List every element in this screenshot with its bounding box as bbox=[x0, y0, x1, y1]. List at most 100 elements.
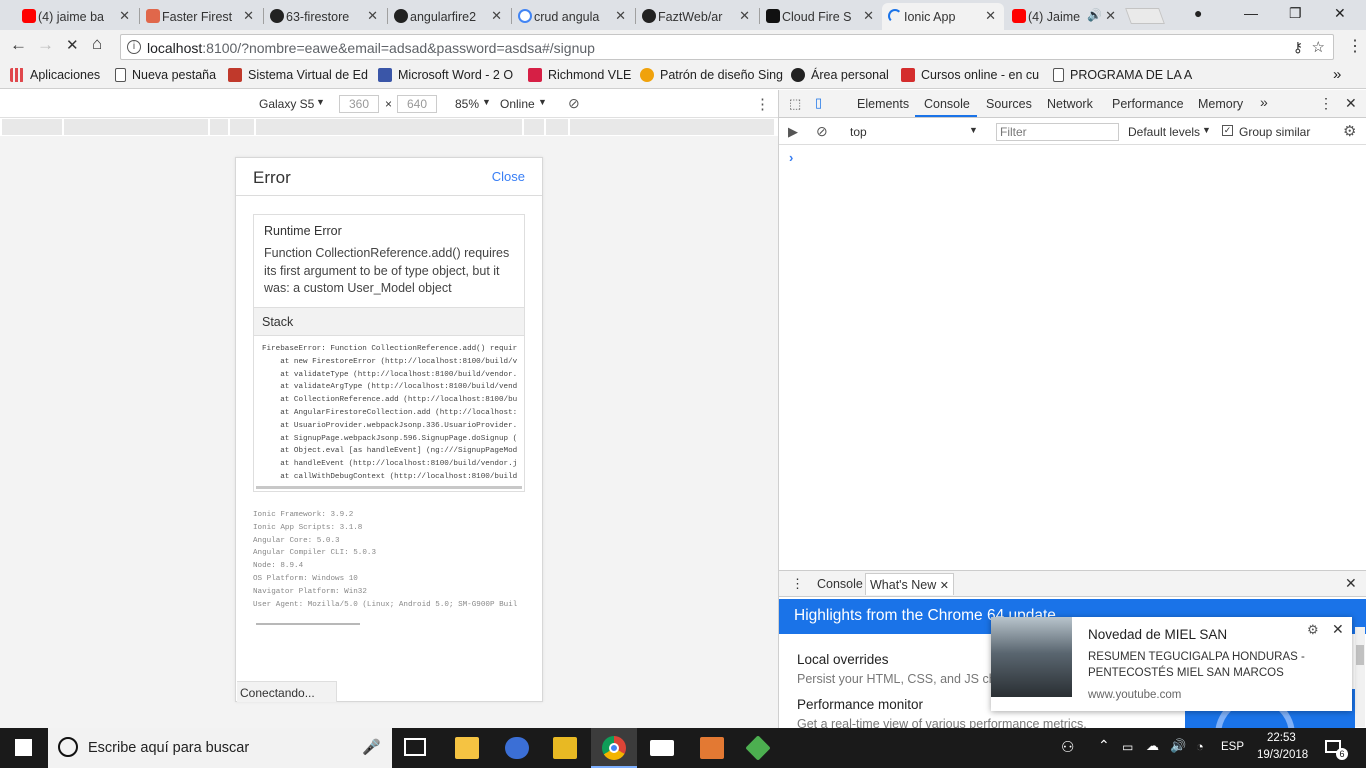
stack-scrollbar[interactable] bbox=[256, 486, 522, 489]
sidebar-toggle-icon[interactable]: ▶ bbox=[788, 124, 798, 140]
tab-5[interactable]: FaztWeb/ar ✕ bbox=[636, 3, 758, 30]
inspect-icon[interactable]: ⬚ bbox=[789, 96, 801, 112]
close-icon[interactable]: ✕ bbox=[863, 8, 874, 24]
stack-trace[interactable]: FirebaseError: Function CollectionRefere… bbox=[262, 343, 524, 483]
rotate-icon[interactable]: ⊘ bbox=[568, 95, 580, 112]
notification-settings-icon[interactable]: ⚙ bbox=[1307, 622, 1319, 638]
bookmark-programa[interactable]: PROGRAMA DE LA A bbox=[1053, 68, 1192, 82]
devtools-menu-icon[interactable]: ⋮ bbox=[1319, 95, 1333, 112]
home-icon[interactable]: ⌂ bbox=[92, 34, 102, 54]
media-query-ruler[interactable] bbox=[0, 119, 778, 135]
star-icon[interactable]: ☆ bbox=[1312, 38, 1325, 56]
stop-icon[interactable]: ✕ bbox=[66, 36, 79, 54]
key-icon[interactable]: ⚷ bbox=[1293, 39, 1303, 56]
visual-studio-icon[interactable] bbox=[700, 737, 724, 759]
bookmark-area-personal[interactable]: Área personal bbox=[791, 68, 889, 82]
levels-select[interactable]: Default levels bbox=[1128, 125, 1200, 139]
window-close-icon[interactable]: ✕ bbox=[1334, 5, 1346, 22]
device-mode-icon[interactable]: ▯ bbox=[815, 95, 822, 111]
notification-close-icon[interactable]: ✕ bbox=[1332, 621, 1344, 638]
tab-3[interactable]: angularfire2 ✕ bbox=[388, 3, 510, 30]
tab-sources[interactable]: Sources bbox=[986, 97, 1032, 111]
context-select[interactable]: top bbox=[850, 125, 867, 139]
windows-start-icon[interactable] bbox=[15, 739, 32, 756]
drawer-menu-icon[interactable]: ⋮ bbox=[791, 576, 804, 592]
close-icon[interactable]: ✕ bbox=[491, 8, 502, 24]
info-icon[interactable]: i bbox=[127, 40, 141, 54]
bookmark-patron[interactable]: Patrón de diseño Sing bbox=[640, 68, 783, 82]
minimize-icon[interactable]: — bbox=[1244, 5, 1258, 21]
close-icon[interactable]: ✕ bbox=[119, 8, 130, 24]
bookmark-sistema-virtual[interactable]: Sistema Virtual de Ed bbox=[228, 68, 368, 82]
tab-1[interactable]: Faster Firest ✕ bbox=[140, 3, 262, 30]
console-prompt[interactable]: › bbox=[789, 150, 793, 165]
language-indicator[interactable]: ESP bbox=[1221, 741, 1244, 753]
close-icon[interactable]: ✕ bbox=[367, 8, 378, 24]
zoom-select[interactable]: 85% bbox=[455, 97, 479, 111]
info-scrollbar[interactable] bbox=[256, 623, 360, 625]
tray-overflow-icon[interactable]: ⌃ bbox=[1098, 737, 1110, 754]
drawer-close-icon[interactable]: ✕ bbox=[1345, 575, 1357, 592]
tab-7-active[interactable]: Ionic App ✕ bbox=[882, 3, 1004, 30]
close-button[interactable]: Close bbox=[492, 169, 525, 184]
bookmark-richmond[interactable]: Richmond VLE bbox=[528, 68, 631, 82]
tab-2[interactable]: 63-firestore ✕ bbox=[264, 3, 386, 30]
network-select[interactable]: Online bbox=[500, 97, 535, 111]
tab-0[interactable]: (4) jaime ba ✕ bbox=[16, 3, 138, 30]
app-icon-1[interactable] bbox=[505, 737, 529, 759]
drawer-tab-console[interactable]: Console bbox=[817, 577, 863, 591]
people-icon[interactable]: ⚇ bbox=[1061, 738, 1074, 756]
bookmark-word[interactable]: Microsoft Word - 2 O bbox=[378, 68, 513, 82]
bookmark-cursos[interactable]: Cursos online - en cu bbox=[901, 68, 1039, 82]
bookmarks-overflow-icon[interactable]: » bbox=[1333, 66, 1341, 83]
bookmark-apps[interactable]: Aplicaciones bbox=[10, 68, 100, 82]
git-icon[interactable] bbox=[745, 735, 771, 761]
close-icon[interactable]: ✕ bbox=[615, 8, 626, 24]
task-view-icon[interactable] bbox=[404, 738, 426, 756]
height-input[interactable]: 640 bbox=[397, 95, 437, 113]
maximize-icon[interactable]: ❐ bbox=[1289, 5, 1302, 22]
tab-6[interactable]: Cloud Fire S ✕ bbox=[760, 3, 882, 30]
mail-icon[interactable] bbox=[650, 740, 674, 756]
tab-4[interactable]: crud angula ✕ bbox=[512, 3, 634, 30]
more-tabs-icon[interactable]: » bbox=[1260, 94, 1268, 110]
filter-input[interactable]: Filter bbox=[996, 123, 1119, 141]
devtools-close-icon[interactable]: ✕ bbox=[1345, 95, 1357, 112]
windows-notification[interactable]: Novedad de MIEL SAN RESUMEN TEGUCIGALPA … bbox=[991, 617, 1352, 711]
clock-date[interactable]: 19/3/2018 bbox=[1257, 749, 1308, 761]
drawer-scrollbar[interactable] bbox=[1355, 627, 1365, 727]
tab-memory[interactable]: Memory bbox=[1198, 97, 1243, 111]
bookmark-new-tab[interactable]: Nueva pestaña bbox=[115, 68, 216, 82]
file-explorer-icon[interactable] bbox=[455, 737, 479, 759]
menu-icon[interactable]: ⋮ bbox=[1347, 36, 1363, 56]
close-icon[interactable]: ✕ bbox=[243, 8, 254, 24]
drawer-tab-whats-new[interactable]: What's New ✕ bbox=[865, 573, 954, 595]
device-menu-icon[interactable]: ⋮ bbox=[755, 95, 770, 113]
address-bar[interactable]: i localhost:8100/?nombre=eawe&email=adsa… bbox=[120, 34, 1334, 60]
clock-time[interactable]: 22:53 bbox=[1267, 732, 1296, 744]
device-select[interactable]: Galaxy S5 bbox=[259, 97, 314, 111]
wifi-icon[interactable]: ◔ bbox=[1196, 739, 1204, 754]
back-icon[interactable]: ← bbox=[10, 35, 27, 55]
taskbar-search[interactable]: Escribe aquí para buscar 🎤 bbox=[48, 728, 392, 768]
close-icon[interactable]: ✕ bbox=[985, 8, 996, 24]
microphone-icon[interactable]: 🎤 bbox=[362, 738, 381, 756]
forward-icon[interactable]: → bbox=[37, 35, 54, 55]
chrome-icon[interactable] bbox=[591, 728, 637, 768]
close-icon[interactable]: ✕ bbox=[739, 8, 750, 24]
tab-elements[interactable]: Elements bbox=[857, 97, 909, 111]
group-similar-checkbox[interactable]: ✓ bbox=[1222, 125, 1233, 136]
close-icon[interactable]: ✕ bbox=[1105, 8, 1116, 24]
clear-console-icon[interactable]: ⊘ bbox=[816, 123, 828, 140]
new-tab-button[interactable] bbox=[1125, 8, 1165, 24]
tab-performance[interactable]: Performance bbox=[1112, 97, 1184, 111]
tab-network[interactable]: Network bbox=[1047, 97, 1093, 111]
battery-icon[interactable]: ▭ bbox=[1122, 740, 1133, 754]
app-icon-2[interactable] bbox=[553, 737, 577, 759]
volume-icon[interactable]: 🔊 bbox=[1170, 738, 1186, 754]
network-icon[interactable]: ☁ bbox=[1146, 738, 1159, 754]
settings-gear-icon[interactable]: ⚙ bbox=[1343, 122, 1356, 140]
profile-icon[interactable]: ● bbox=[1194, 5, 1202, 21]
width-input[interactable]: 360 bbox=[339, 95, 379, 113]
tab-8[interactable]: (4) Jaime 🔊 ✕ bbox=[1006, 3, 1124, 30]
